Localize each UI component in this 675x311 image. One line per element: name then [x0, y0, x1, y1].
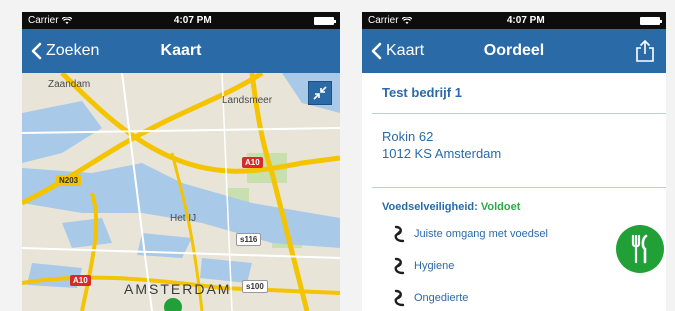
- battery-icon: [639, 16, 662, 25]
- criterion-label: Ongedierte: [414, 292, 469, 304]
- back-button[interactable]: Zoeken: [30, 29, 99, 73]
- collapse-map-button[interactable]: [308, 81, 332, 105]
- criterion-item[interactable]: Hygiene: [392, 257, 454, 275]
- page-title: Oordeel: [483, 42, 545, 59]
- status-bar: Carrier 4:07 PM: [22, 12, 340, 29]
- map-label-zaandam: Zaandam: [48, 79, 91, 90]
- food-safety-status: Voldoet: [480, 201, 521, 213]
- divider: [372, 113, 666, 114]
- company-name: Test bedrijf 1: [382, 85, 462, 100]
- map-view[interactable]: Zaandam Landsmeer Het IJ AMSTERDAM N203 …: [22, 73, 340, 311]
- verdict-detail: Test bedrijf 1 Rokin 62 1012 KS Amsterda…: [362, 73, 666, 311]
- navigation-bar: Zoeken Kaart: [22, 29, 340, 73]
- food-safety-header: Voedselveiligheid: Voldoet: [382, 201, 520, 213]
- criterion-item[interactable]: Ongedierte: [392, 289, 468, 307]
- back-button-label: Kaart: [386, 42, 425, 59]
- criterion-icon: [394, 225, 405, 243]
- carrier-indicator: Carrier: [368, 15, 412, 26]
- status-time: 4:07 PM: [173, 15, 212, 26]
- wifi-icon: [61, 16, 72, 24]
- wifi-icon: [401, 16, 412, 24]
- status-time: 4:07 PM: [506, 15, 545, 26]
- criterion-icon: [394, 257, 405, 275]
- criterion-item[interactable]: Juiste omgang met voedsel: [392, 225, 548, 243]
- road-badge-a10: A10: [242, 157, 263, 168]
- navigation-bar: Kaart Oordeel: [362, 29, 666, 73]
- carrier-label: Carrier: [28, 15, 59, 26]
- back-button-label: Zoeken: [46, 42, 100, 59]
- map-screen: Carrier 4:07 PM Zoeken Kaart Zaandam Lan…: [22, 12, 340, 311]
- road-badge-s116: s116: [236, 233, 262, 246]
- back-button[interactable]: Kaart: [370, 29, 424, 73]
- divider: [372, 187, 666, 188]
- road-badge-n203: N203: [56, 175, 82, 186]
- chevron-left-icon: [31, 42, 42, 60]
- criterion-label: Hygiene: [414, 260, 455, 272]
- road-badge-s100: s100: [242, 280, 268, 293]
- page-title: Kaart: [160, 42, 202, 59]
- road-badge-a10-bottom: A10: [70, 275, 91, 286]
- chevron-left-icon: [371, 42, 382, 60]
- carrier-label: Carrier: [368, 15, 399, 26]
- carrier-indicator: Carrier: [28, 15, 72, 26]
- address-street: Rokin 62: [382, 129, 434, 144]
- map-pin-marker[interactable]: [164, 298, 182, 311]
- map-label-het-ij: Het IJ: [170, 213, 197, 224]
- share-icon[interactable]: [634, 39, 656, 63]
- food-safety-label: Voedselveiligheid:: [382, 201, 478, 213]
- address-postal-city: 1012 KS Amsterdam: [382, 146, 502, 161]
- collapse-arrows-icon: [313, 86, 327, 100]
- map-label-amsterdam: AMSTERDAM: [124, 281, 232, 297]
- detail-screen: Carrier 4:07 PM Kaart Oordeel Test bedri…: [362, 12, 666, 311]
- map-label-landsmeer: Landsmeer: [222, 95, 273, 106]
- fork-knife-icon: [616, 225, 664, 273]
- criterion-icon: [394, 289, 405, 307]
- battery-icon: [313, 16, 336, 25]
- status-bar: Carrier 4:07 PM: [362, 12, 666, 29]
- criterion-label: Juiste omgang met voedsel: [414, 228, 548, 240]
